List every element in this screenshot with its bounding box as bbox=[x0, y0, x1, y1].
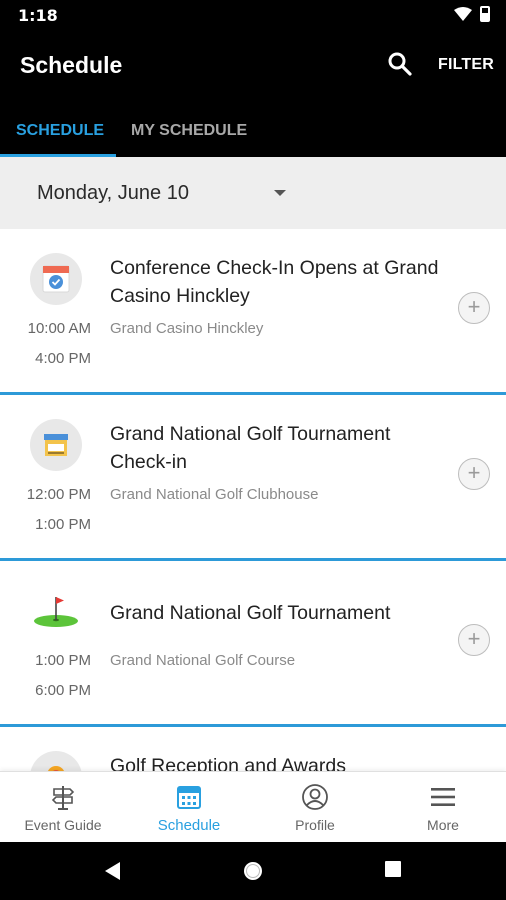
tab-bar: SCHEDULE MY SCHEDULE bbox=[0, 110, 506, 157]
tab-schedule[interactable]: SCHEDULE bbox=[16, 122, 104, 140]
session-start-time: 10:00 AM bbox=[27, 320, 91, 337]
nav-schedule[interactable]: Schedule bbox=[126, 772, 252, 843]
back-icon[interactable] bbox=[102, 860, 122, 882]
profile-icon bbox=[302, 784, 328, 810]
nav-label: Event Guide bbox=[24, 817, 102, 833]
calendar-check-icon bbox=[30, 253, 82, 305]
session-item[interactable]: Grand National Golf Tournament Check-in … bbox=[0, 395, 506, 561]
session-end-time: 4:00 PM bbox=[35, 350, 91, 367]
booth-icon bbox=[30, 419, 82, 471]
nav-label: Schedule bbox=[157, 817, 221, 834]
session-item[interactable]: Golf Reception and Awards bbox=[0, 727, 506, 771]
session-title: Golf Reception and Awards bbox=[110, 755, 346, 771]
nav-event-guide[interactable]: Event Guide bbox=[0, 772, 126, 843]
nav-more[interactable]: More bbox=[380, 772, 506, 843]
session-list: Conference Check-In Opens at Grand Casin… bbox=[0, 229, 506, 771]
menu-icon bbox=[431, 788, 455, 806]
add-to-schedule-button[interactable]: + bbox=[458, 458, 490, 490]
home-icon[interactable] bbox=[242, 860, 264, 882]
app-bar: Schedule FILTER SCHEDULE MY SCHEDULE bbox=[0, 30, 506, 157]
nav-profile[interactable]: Profile bbox=[252, 772, 378, 843]
session-venue: Grand National Golf Clubhouse bbox=[110, 486, 319, 503]
system-navigation-bar bbox=[0, 842, 506, 900]
signpost-icon bbox=[51, 786, 75, 810]
add-to-schedule-button[interactable]: + bbox=[458, 624, 490, 656]
status-time: 1:18 bbox=[18, 6, 58, 25]
calendar-icon bbox=[177, 786, 201, 809]
recents-icon[interactable] bbox=[384, 860, 402, 878]
wifi-icon bbox=[454, 7, 472, 21]
tab-my-schedule[interactable]: MY SCHEDULE bbox=[131, 122, 247, 140]
golf-flag-icon bbox=[30, 585, 82, 637]
chevron-down-icon bbox=[274, 190, 286, 196]
session-start-time: 1:00 PM bbox=[35, 652, 91, 669]
date-selector[interactable]: Monday, June 10 bbox=[0, 157, 506, 229]
session-title: Conference Check-In Opens at Grand Casin… bbox=[110, 257, 439, 307]
session-item[interactable]: Conference Check-In Opens at Grand Casin… bbox=[0, 229, 506, 395]
selected-date: Monday, June 10 bbox=[37, 182, 189, 204]
session-end-time: 6:00 PM bbox=[35, 682, 91, 699]
session-venue: Grand National Golf Course bbox=[110, 652, 296, 669]
battery-icon bbox=[480, 6, 490, 22]
session-start-time: 12:00 PM bbox=[26, 486, 91, 503]
nav-label: More bbox=[427, 817, 459, 833]
filter-button[interactable]: FILTER bbox=[438, 56, 494, 74]
session-title: Grand National Golf Tournament Check-in bbox=[110, 423, 391, 473]
session-end-time: 1:00 PM bbox=[35, 516, 91, 533]
award-icon bbox=[30, 751, 82, 771]
status-bar: 1:18 bbox=[0, 0, 506, 30]
add-to-schedule-button[interactable]: + bbox=[458, 292, 490, 324]
session-title: Grand National Golf Tournament bbox=[110, 602, 391, 624]
page-title: Schedule bbox=[20, 52, 123, 78]
status-icons bbox=[454, 6, 490, 22]
nav-label: Profile bbox=[295, 817, 335, 833]
bottom-navigation: Event Guide Schedule Profile More bbox=[0, 771, 506, 842]
search-icon[interactable] bbox=[386, 50, 414, 78]
session-item[interactable]: Grand National Golf Tournament Grand Nat… bbox=[0, 561, 506, 727]
session-venue: Grand Casino Hinckley bbox=[110, 320, 264, 337]
